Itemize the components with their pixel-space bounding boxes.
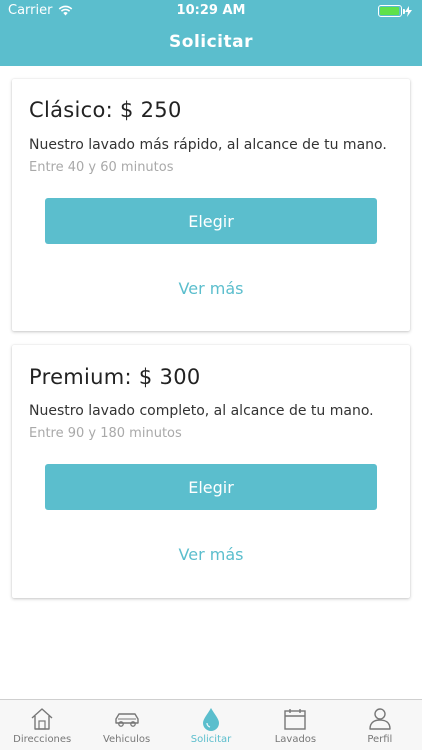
page-title: Solicitar xyxy=(169,32,253,52)
tab-label: Perfil xyxy=(367,734,393,745)
battery-level xyxy=(380,7,399,15)
battery-indicator xyxy=(378,5,412,17)
app-header: Carrier 10:29 AM Solicitar xyxy=(0,0,422,66)
plan-title: Premium: $ 300 xyxy=(29,365,201,389)
water-drop-icon xyxy=(203,708,220,731)
plan-duration: Entre 90 y 180 minutos xyxy=(29,426,182,441)
tab-lavados[interactable]: Lavados xyxy=(253,700,337,750)
battery-icon xyxy=(378,5,405,17)
tab-bar: Direcciones Vehiculos Solicitar Lavados … xyxy=(0,699,422,750)
tab-perfil[interactable]: Perfil xyxy=(338,700,422,750)
tab-label: Vehiculos xyxy=(102,734,151,745)
choose-button[interactable]: Elegir xyxy=(45,198,377,244)
tab-label: Direcciones xyxy=(13,734,72,745)
see-more-link[interactable]: Ver más xyxy=(12,545,410,564)
see-more-link[interactable]: Ver más xyxy=(12,279,410,298)
tab-solicitar[interactable]: Solicitar xyxy=(169,700,253,750)
plan-duration: Entre 40 y 60 minutos xyxy=(29,160,174,175)
tab-label: Lavados xyxy=(274,734,317,745)
choose-button[interactable]: Elegir xyxy=(45,464,377,510)
tab-label: Solicitar xyxy=(190,734,232,745)
plan-description: Nuestro lavado completo, al alcance de t… xyxy=(29,403,374,419)
tab-direcciones[interactable]: Direcciones xyxy=(0,700,84,750)
plan-title: Clásico: $ 250 xyxy=(29,98,182,122)
charging-bolt-icon xyxy=(405,5,412,17)
status-time: 10:29 AM xyxy=(176,3,246,18)
car-icon xyxy=(114,713,139,727)
calendar-icon xyxy=(284,709,307,730)
person-icon xyxy=(369,708,391,730)
status-bar: Carrier 10:29 AM xyxy=(0,0,422,22)
plan-description: Nuestro lavado más rápido, al alcance de… xyxy=(29,137,387,153)
plan-card-premium: Premium: $ 300 Nuestro lavado completo, … xyxy=(12,345,410,598)
tab-vehiculos[interactable]: Vehiculos xyxy=(84,700,168,750)
plan-card-clasico: Clásico: $ 250 Nuestro lavado más rápido… xyxy=(12,79,410,331)
house-icon xyxy=(31,708,53,730)
